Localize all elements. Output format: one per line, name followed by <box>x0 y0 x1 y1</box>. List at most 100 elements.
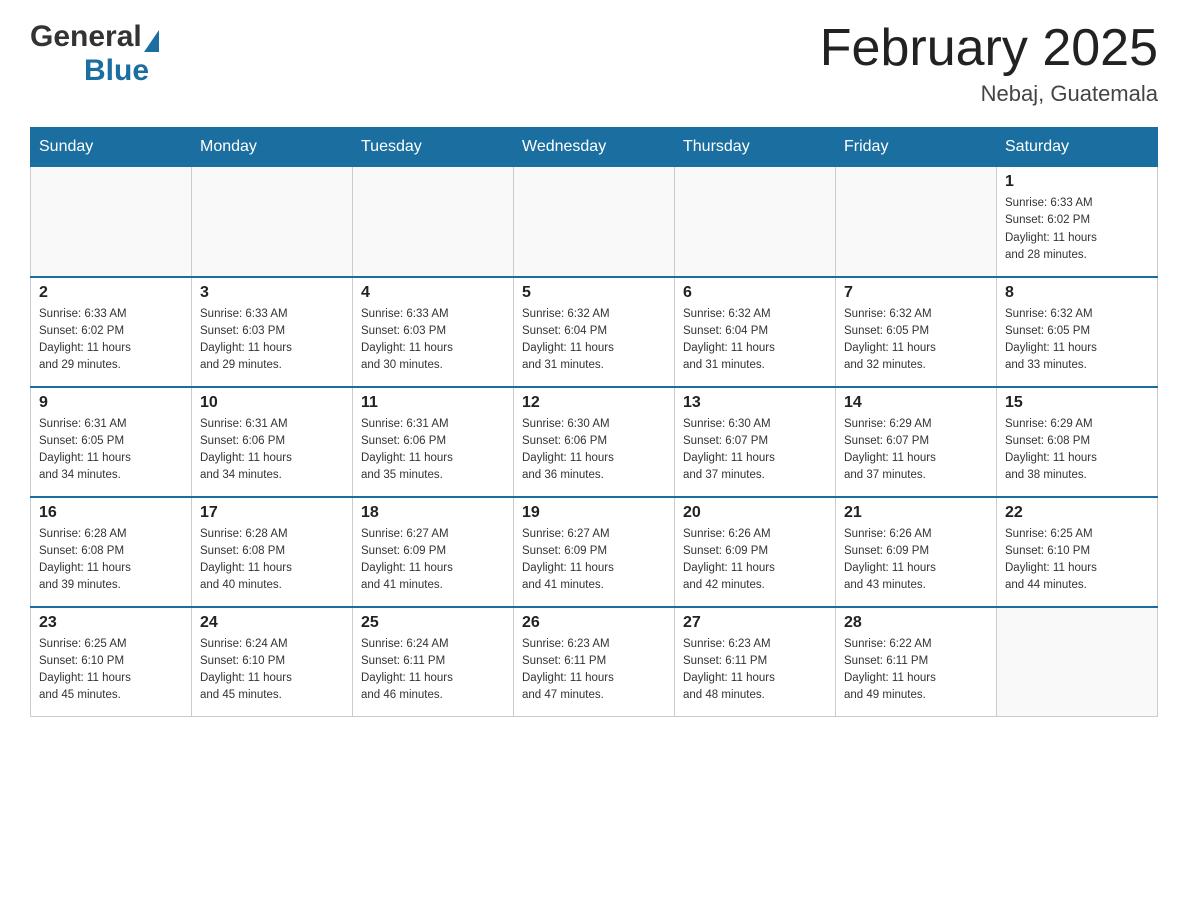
table-row: 3 Sunrise: 6:33 AMSunset: 6:03 PMDaylight… <box>192 277 353 387</box>
table-row: 18 Sunrise: 6:27 AMSunset: 6:09 PMDayligh… <box>353 497 514 607</box>
col-sunday: Sunday <box>31 128 192 167</box>
table-row: 23 Sunrise: 6:25 AMSunset: 6:10 PMDayligh… <box>31 607 192 717</box>
calendar-table: Sunday Monday Tuesday Wednesday Thursday… <box>30 127 1158 717</box>
day-number: 16 <box>39 504 183 522</box>
col-saturday: Saturday <box>997 128 1158 167</box>
table-row: 21Sunrise: 6:26 AMSunset: 6:09 PMDayligh… <box>836 497 997 607</box>
table-row: 14Sunrise: 6:29 AMSunset: 6:07 PMDayligh… <box>836 387 997 497</box>
calendar-week-row: 1Sunrise: 6:33 AMSunset: 6:02 PMDaylight… <box>31 167 1158 277</box>
day-number: 19 <box>522 504 666 522</box>
table-row: 4 Sunrise: 6:33 AMSunset: 6:03 PMDaylight… <box>353 277 514 387</box>
title-section: February 2025 Nebaj, Guatemala <box>820 20 1158 107</box>
table-row <box>31 167 192 277</box>
table-row: 17 Sunrise: 6:28 AMSunset: 6:08 PMDayligh… <box>192 497 353 607</box>
day-info: Sunrise: 6:26 AMSunset: 6:09 PMDaylight:… <box>683 526 827 595</box>
day-number: 24 <box>200 614 344 632</box>
table-row: 16 Sunrise: 6:28 AMSunset: 6:08 PMDayligh… <box>31 497 192 607</box>
day-info: Sunrise: 6:29 AMSunset: 6:08 PMDaylight:… <box>1005 416 1149 485</box>
day-number: 27 <box>683 614 827 632</box>
table-row <box>997 607 1158 717</box>
day-info: Sunrise: 6:22 AMSunset: 6:11 PMDaylight:… <box>844 636 988 705</box>
col-monday: Monday <box>192 128 353 167</box>
table-row: 24Sunrise: 6:24 AMSunset: 6:10 PMDayligh… <box>192 607 353 717</box>
day-info: Sunrise: 6:23 AMSunset: 6:11 PMDaylight:… <box>522 636 666 705</box>
day-info: Sunrise: 6:29 AMSunset: 6:07 PMDaylight:… <box>844 416 988 485</box>
table-row <box>353 167 514 277</box>
day-number: 2 <box>39 284 183 302</box>
table-row: 22 Sunrise: 6:25 AMSunset: 6:10 PMDayligh… <box>997 497 1158 607</box>
table-row: 10 Sunrise: 6:31 AMSunset: 6:06 PMDayligh… <box>192 387 353 497</box>
calendar-week-row: 9Sunrise: 6:31 AMSunset: 6:05 PMDaylight… <box>31 387 1158 497</box>
day-number: 9 <box>39 394 183 412</box>
day-number: 22 <box>1005 504 1149 522</box>
table-row <box>514 167 675 277</box>
day-number: 5 <box>522 284 666 302</box>
location: Nebaj, Guatemala <box>820 81 1158 107</box>
day-info: Sunrise: 6:32 AMSunset: 6:04 PMDaylight:… <box>683 306 827 375</box>
table-row: 19 Sunrise: 6:27 AMSunset: 6:09 PMDayligh… <box>514 497 675 607</box>
day-info: Sunrise: 6:25 AMSunset: 6:10 PMDaylight:… <box>39 636 183 705</box>
month-title: February 2025 <box>820 20 1158 77</box>
day-number: 23 <box>39 614 183 632</box>
col-tuesday: Tuesday <box>353 128 514 167</box>
day-number: 6 <box>683 284 827 302</box>
day-number: 8 <box>1005 284 1149 302</box>
day-number: 4 <box>361 284 505 302</box>
day-number: 17 <box>200 504 344 522</box>
day-info: Sunrise: 6:32 AMSunset: 6:04 PMDaylight:… <box>522 306 666 375</box>
day-info: Sunrise: 6:26 AMSunset: 6:09 PMDaylight:… <box>844 526 988 595</box>
table-row: 12 Sunrise: 6:30 AMSunset: 6:06 PMDayligh… <box>514 387 675 497</box>
table-row: 7Sunrise: 6:32 AMSunset: 6:05 PMDaylight… <box>836 277 997 387</box>
day-number: 1 <box>1005 173 1149 191</box>
day-info: Sunrise: 6:33 AMSunset: 6:03 PMDaylight:… <box>200 306 344 375</box>
day-info: Sunrise: 6:27 AMSunset: 6:09 PMDaylight:… <box>522 526 666 595</box>
day-info: Sunrise: 6:25 AMSunset: 6:10 PMDaylight:… <box>1005 526 1149 595</box>
col-thursday: Thursday <box>675 128 836 167</box>
day-info: Sunrise: 6:27 AMSunset: 6:09 PMDaylight:… <box>361 526 505 595</box>
logo: General Blue <box>30 20 159 88</box>
table-row: 5 Sunrise: 6:32 AMSunset: 6:04 PMDaylight… <box>514 277 675 387</box>
table-row: 15 Sunrise: 6:29 AMSunset: 6:08 PMDayligh… <box>997 387 1158 497</box>
day-info: Sunrise: 6:33 AMSunset: 6:03 PMDaylight:… <box>361 306 505 375</box>
table-row: 20 Sunrise: 6:26 AMSunset: 6:09 PMDayligh… <box>675 497 836 607</box>
day-number: 11 <box>361 394 505 412</box>
logo-blue-text: Blue <box>84 54 149 87</box>
calendar-week-row: 23 Sunrise: 6:25 AMSunset: 6:10 PMDayligh… <box>31 607 1158 717</box>
day-info: Sunrise: 6:30 AMSunset: 6:07 PMDaylight:… <box>683 416 827 485</box>
day-number: 18 <box>361 504 505 522</box>
table-row: 11 Sunrise: 6:31 AMSunset: 6:06 PMDayligh… <box>353 387 514 497</box>
table-row: 25 Sunrise: 6:24 AMSunset: 6:11 PMDayligh… <box>353 607 514 717</box>
table-row: 9Sunrise: 6:31 AMSunset: 6:05 PMDaylight… <box>31 387 192 497</box>
calendar-week-row: 16 Sunrise: 6:28 AMSunset: 6:08 PMDayligh… <box>31 497 1158 607</box>
table-row: 28 Sunrise: 6:22 AMSunset: 6:11 PMDayligh… <box>836 607 997 717</box>
table-row <box>675 167 836 277</box>
calendar-header-row: Sunday Monday Tuesday Wednesday Thursday… <box>31 128 1158 167</box>
day-number: 28 <box>844 614 988 632</box>
table-row <box>192 167 353 277</box>
day-info: Sunrise: 6:31 AMSunset: 6:06 PMDaylight:… <box>361 416 505 485</box>
day-info: Sunrise: 6:32 AMSunset: 6:05 PMDaylight:… <box>1005 306 1149 375</box>
table-row: 1Sunrise: 6:33 AMSunset: 6:02 PMDaylight… <box>997 167 1158 277</box>
table-row: 8 Sunrise: 6:32 AMSunset: 6:05 PMDaylight… <box>997 277 1158 387</box>
day-number: 25 <box>361 614 505 632</box>
table-row: 6 Sunrise: 6:32 AMSunset: 6:04 PMDaylight… <box>675 277 836 387</box>
day-number: 15 <box>1005 394 1149 412</box>
day-info: Sunrise: 6:31 AMSunset: 6:06 PMDaylight:… <box>200 416 344 485</box>
table-row: 2 Sunrise: 6:33 AMSunset: 6:02 PMDaylight… <box>31 277 192 387</box>
day-number: 7 <box>844 284 988 302</box>
col-friday: Friday <box>836 128 997 167</box>
day-info: Sunrise: 6:28 AMSunset: 6:08 PMDaylight:… <box>200 526 344 595</box>
day-number: 3 <box>200 284 344 302</box>
day-info: Sunrise: 6:24 AMSunset: 6:11 PMDaylight:… <box>361 636 505 705</box>
table-row: 13Sunrise: 6:30 AMSunset: 6:07 PMDayligh… <box>675 387 836 497</box>
page-header: General Blue February 2025 Nebaj, Guatem… <box>30 20 1158 107</box>
day-number: 12 <box>522 394 666 412</box>
day-info: Sunrise: 6:23 AMSunset: 6:11 PMDaylight:… <box>683 636 827 705</box>
day-info: Sunrise: 6:30 AMSunset: 6:06 PMDaylight:… <box>522 416 666 485</box>
logo-arrow-icon <box>144 30 159 52</box>
day-info: Sunrise: 6:28 AMSunset: 6:08 PMDaylight:… <box>39 526 183 595</box>
table-row: 27 Sunrise: 6:23 AMSunset: 6:11 PMDayligh… <box>675 607 836 717</box>
day-number: 20 <box>683 504 827 522</box>
day-number: 10 <box>200 394 344 412</box>
day-info: Sunrise: 6:33 AMSunset: 6:02 PMDaylight:… <box>39 306 183 375</box>
